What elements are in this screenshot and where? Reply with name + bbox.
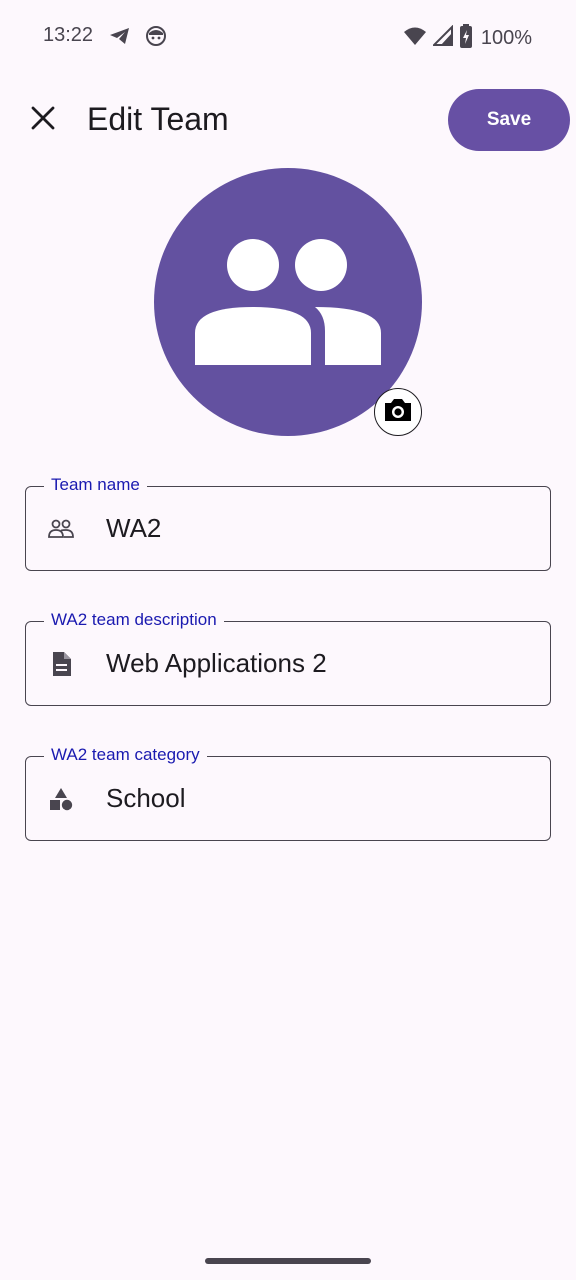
- camera-icon: [383, 397, 413, 428]
- group-icon: [193, 235, 383, 370]
- category-icon: [48, 786, 74, 812]
- status-left-icons: [108, 24, 168, 53]
- team-category-field[interactable]: WA2 team category: [25, 745, 551, 841]
- team-description-input[interactable]: [106, 648, 526, 679]
- close-icon: [30, 105, 56, 136]
- save-button[interactable]: Save: [448, 89, 570, 151]
- status-right: 100%: [403, 24, 532, 53]
- change-photo-button[interactable]: [374, 388, 422, 436]
- description-icon: [48, 651, 74, 677]
- top-app-bar: Edit Team Save: [0, 85, 576, 155]
- close-button[interactable]: [20, 97, 66, 143]
- face-icon: [144, 24, 168, 53]
- team-description-field[interactable]: WA2 team description: [25, 610, 551, 706]
- team-name-input[interactable]: [106, 513, 526, 544]
- team-name-field[interactable]: Team name: [25, 475, 551, 571]
- wifi-icon: [403, 25, 427, 52]
- team-description-label: WA2 team description: [44, 610, 224, 630]
- status-bar: 13:22 100%: [0, 0, 576, 72]
- group-outline-icon: [48, 516, 74, 542]
- battery-charging-icon: [459, 24, 473, 53]
- team-category-label: WA2 team category: [44, 745, 207, 765]
- battery-percentage: 100%: [480, 27, 532, 49]
- signal-icon: [431, 24, 453, 52]
- telegram-icon: [108, 24, 132, 53]
- home-indicator[interactable]: [205, 1258, 371, 1264]
- team-name-label: Team name: [44, 475, 147, 495]
- status-time: 13:22: [43, 24, 94, 46]
- team-avatar-section: [154, 168, 424, 438]
- team-category-input[interactable]: [106, 783, 526, 814]
- page-title: Edit Team: [87, 101, 229, 137]
